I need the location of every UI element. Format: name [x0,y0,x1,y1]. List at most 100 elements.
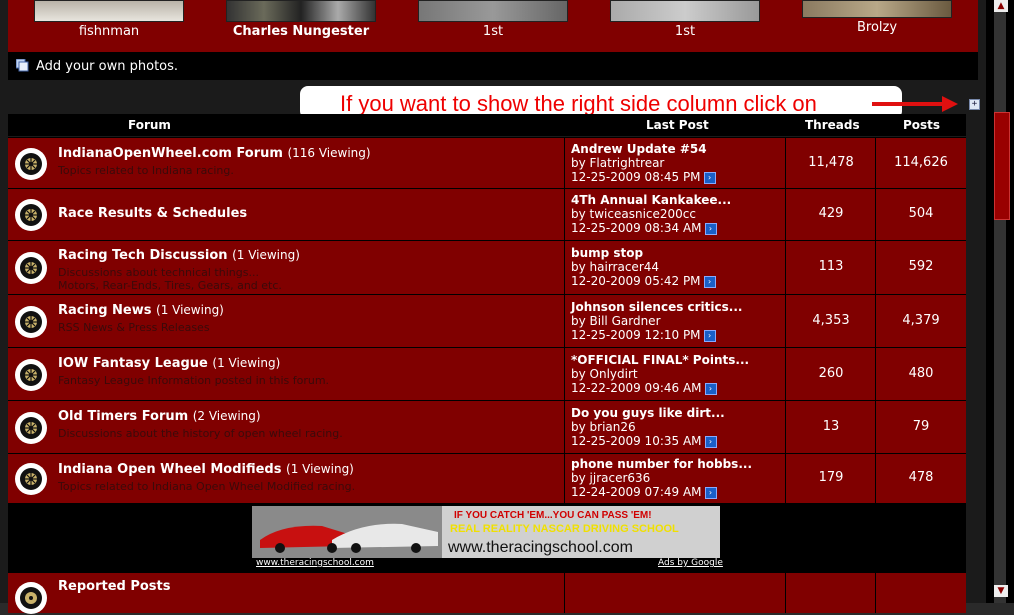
forum-viewing-count: (1 Viewing) [212,356,281,370]
forum-viewing-count: (2 Viewing) [192,409,261,423]
last-post-title-link[interactable]: 4Th Annual Kankakee... [571,193,731,207]
last-post-cell: Andrew Update #54 by Flatrightrear 12-25-2… [564,138,785,189]
last-post-title-link[interactable]: Do you guys like dirt... [571,406,725,420]
go-to-last-post-icon[interactable]: › [704,435,717,448]
forum-title-row: Race Results & Schedules [58,206,247,221]
last-post-date-line: 12-22-2009 09:46 AM › [571,381,749,395]
post-count: 592 [908,259,934,274]
last-post-block: *OFFICIAL FINAL* Points... by Onlydirt 12-… [571,353,749,395]
scrollbar-track[interactable] [994,0,1006,603]
photo-caption: Brolzy [856,20,898,35]
last-post-block: Andrew Update #54 by Flatrightrear 12-25-2… [571,142,716,184]
forum-title-link[interactable]: Racing News [58,303,151,318]
header-threads: Threads [805,118,860,132]
forum-row[interactable]: IOW Fantasy League (1 Viewing) Fantasy Le… [8,347,966,401]
go-to-last-post-icon[interactable]: › [703,171,716,184]
last-post-title-link[interactable]: *OFFICIAL FINAL* Points... [571,353,749,367]
forum-title-link[interactable]: Racing Tech Discussion [58,248,228,263]
forum-row[interactable]: Indiana Open Wheel Modifieds (1 Viewing)… [8,453,966,504]
last-post-title-link[interactable]: Andrew Update #54 [571,142,716,156]
thread-count: 179 [818,470,844,485]
photo-item[interactable]: Charles Nungester [226,0,376,39]
last-post-author[interactable]: by Flatrightrear [571,156,716,170]
forum-description: Motors, Rear-Ends, Tires, Gears, and etc… [58,279,282,292]
scroll-up-arrow-icon[interactable]: ▲ [994,0,1008,12]
go-to-last-post-icon[interactable]: › [704,382,717,395]
last-post-title-link[interactable]: bump stop [571,246,716,260]
thread-count: 429 [818,206,844,221]
last-post-cell [564,573,785,613]
forum-title-link[interactable]: IOW Fantasy League [58,356,208,371]
posts-cell: 592 [875,241,966,295]
last-post-title-link[interactable]: Johnson silences critics... [571,300,742,314]
photo-thumbnail[interactable] [34,0,184,22]
add-photos-link[interactable]: Add your own photos. [36,59,178,74]
last-post-author[interactable]: by Bill Gardner [571,314,742,328]
last-post-date-line: 12-25-2009 08:45 PM › [571,170,716,184]
last-post-date-line: 12-24-2009 07:49 AM › [571,485,752,499]
forum-title-link[interactable]: Race Results & Schedules [58,206,247,221]
last-post-block: Do you guys like dirt... by brian26 12-25-… [571,406,725,448]
last-post-cell: bump stop by hairracer44 12-20-2009 05:42 … [564,241,785,295]
last-post-author[interactable]: by hairracer44 [571,260,716,274]
last-post-date-line: 12-25-2009 08:34 AM › [571,221,731,235]
last-post-author[interactable]: by jjracer636 [571,471,752,485]
last-post-author[interactable]: by brian26 [571,420,725,434]
threads-cell: 179 [785,454,876,504]
photo-item[interactable]: 1st [418,0,568,39]
photo-thumbnail[interactable] [418,0,568,22]
forum-description: Discussions about the history of open wh… [58,427,343,440]
post-count: 4,379 [902,313,940,328]
scrollbar-thumb[interactable] [994,112,1010,220]
forum-row-reported[interactable]: Reported Posts [8,572,966,614]
photo-caption: Charles Nungester [232,24,370,39]
forum-viewing-count: (1 Viewing) [232,248,300,262]
forum-title-link[interactable]: Indiana Open Wheel Modifieds [58,462,281,477]
post-count: 114,626 [894,155,948,170]
forum-wheel-icon [15,148,47,180]
photo-thumbnail[interactable] [802,0,952,18]
forum-viewing-count: (116 Viewing) [287,146,371,160]
posts-cell [875,573,966,613]
forum-title-link[interactable]: Old Timers Forum [58,409,188,424]
forum-row[interactable]: Racing News (1 Viewing) RSS News & Press … [8,294,966,348]
last-post-cell: 4Th Annual Kankakee... by twiceasnice200c… [564,189,785,241]
last-post-author[interactable]: by twiceasnice200cc [571,207,731,221]
forum-title-link[interactable]: Reported Posts [58,579,171,594]
last-post-cell: phone number for hobbs... by jjracer636 12… [564,454,785,504]
photo-item[interactable]: fishnman [34,0,184,39]
last-post-date: 12-25-2009 10:35 AM [571,434,702,448]
forum-row[interactable]: IndianaOpenWheel.com Forum (116 Viewing)… [8,137,966,189]
vertical-scrollbar[interactable]: ▲ ▼ [986,0,1014,603]
forum-title-link[interactable]: IndianaOpenWheel.com Forum [58,146,283,161]
forum-description: Discussions about technical things... [58,266,259,279]
expand-right-column-button[interactable]: + [969,99,980,110]
last-post-date: 12-24-2009 07:49 AM [571,485,702,499]
photo-thumbnail[interactable] [226,0,376,22]
threads-cell: 13 [785,401,876,454]
racing-school-ad-banner[interactable]: IF YOU CATCH 'EM...YOU CAN PASS 'EM! REA… [252,506,720,558]
last-post-block: Johnson silences critics... by Bill Gardn… [571,300,742,342]
forum-row[interactable]: Old Timers Forum (2 Viewing) Discussions … [8,400,966,454]
photo-strip: fishnman Charles Nungester 1st 1st Brolz… [8,0,978,52]
last-post-date: 12-22-2009 09:46 AM [571,381,702,395]
photo-thumbnail[interactable] [610,0,760,22]
forum-title-row: Old Timers Forum (2 Viewing) [58,409,261,424]
forum-row[interactable]: Race Results & Schedules 4Th Annual Kanka… [8,188,966,241]
last-post-title-link[interactable]: phone number for hobbs... [571,457,752,471]
posts-cell: 478 [875,454,966,504]
photo-item[interactable]: Brolzy [802,0,952,35]
scroll-down-arrow-icon[interactable]: ▼ [994,585,1008,597]
photo-item[interactable]: 1st [610,0,760,39]
go-to-last-post-icon[interactable]: › [704,486,717,499]
ad-link[interactable]: www.theracingschool.com [256,558,374,568]
go-to-last-post-icon[interactable]: › [704,222,717,235]
forum-description: Topics related to Indiana racing. [58,164,234,177]
last-post-cell: *OFFICIAL FINAL* Points... by Onlydirt 12-… [564,348,785,401]
go-to-last-post-icon[interactable]: › [703,275,716,288]
last-post-author[interactable]: by Onlydirt [571,367,749,381]
forum-row[interactable]: Racing Tech Discussion (1 Viewing) Discus… [8,240,966,295]
ads-by-google-link[interactable]: Ads by Google [658,558,723,568]
forum-title-row: IndianaOpenWheel.com Forum (116 Viewing) [58,146,371,161]
go-to-last-post-icon[interactable]: › [703,329,716,342]
